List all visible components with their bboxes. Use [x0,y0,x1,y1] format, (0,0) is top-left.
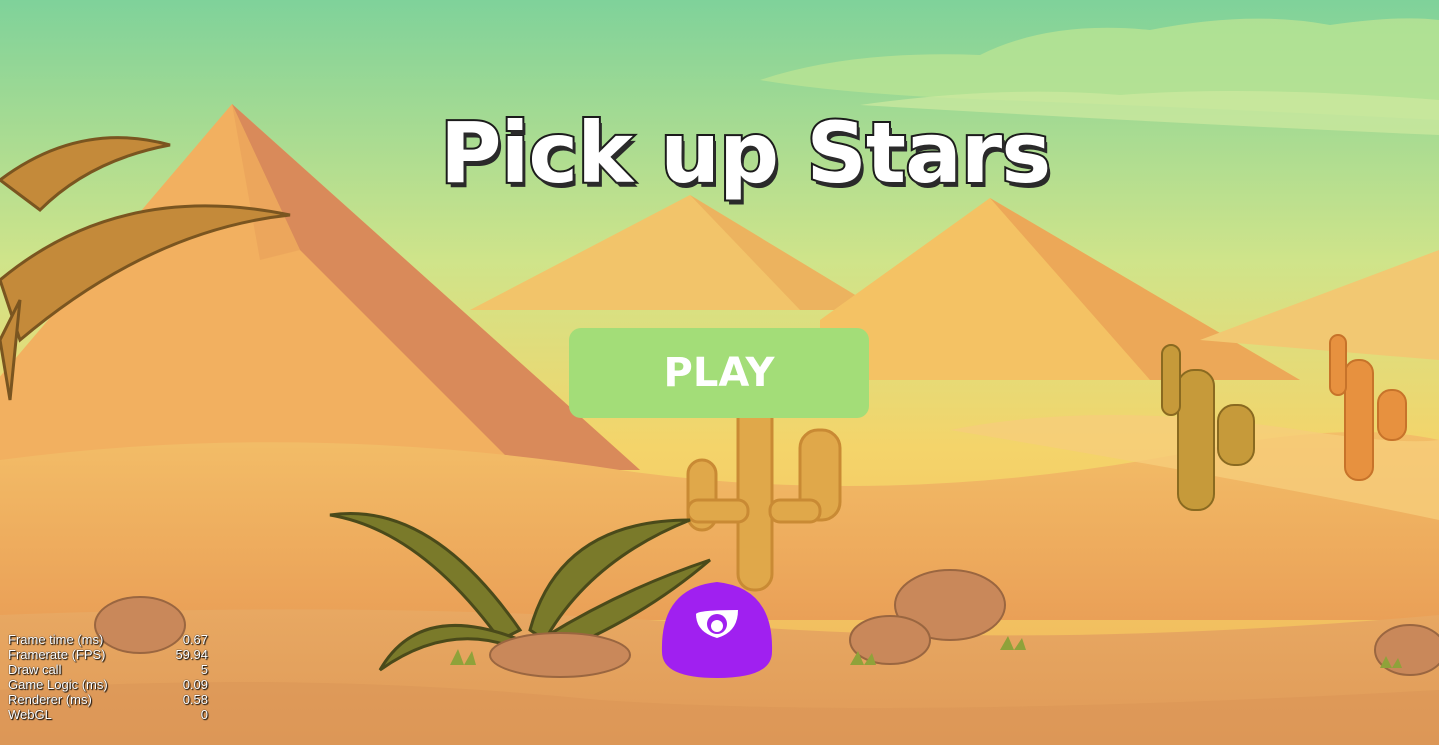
stat-value: 0.58 [182,692,208,707]
performance-stats-panel: Frame time (ms) 0.67 Framerate (FPS) 59.… [8,632,208,722]
stat-row: Game Logic (ms) 0.09 [8,677,208,692]
stat-label: Renderer (ms) [8,692,92,707]
stat-row: Renderer (ms) 0.58 [8,692,208,707]
stat-label: Framerate (FPS) [8,647,106,662]
stat-value: 0 [200,707,208,722]
stat-value: 5 [200,662,208,677]
game-canvas[interactable]: Pick up Stars PLAY Frame time (ms) 0.67 … [0,0,1439,745]
stat-label: Draw call [8,662,62,677]
stat-label: WebGL [8,707,52,722]
purple-blob-character-icon [661,582,773,678]
play-button[interactable]: PLAY [569,328,869,418]
stat-value: 0.67 [182,632,208,647]
stat-row: Framerate (FPS) 59.94 [8,647,208,662]
game-title: Pick up Stars [438,102,1053,204]
stat-label: Game Logic (ms) [8,677,108,692]
stat-row: WebGL 0 [8,707,208,722]
stat-value: 59.94 [175,647,208,662]
stat-row: Draw call 5 [8,662,208,677]
stat-label: Frame time (ms) [8,632,104,647]
stat-row: Frame time (ms) 0.67 [8,632,208,647]
stat-value: 0.09 [182,677,208,692]
